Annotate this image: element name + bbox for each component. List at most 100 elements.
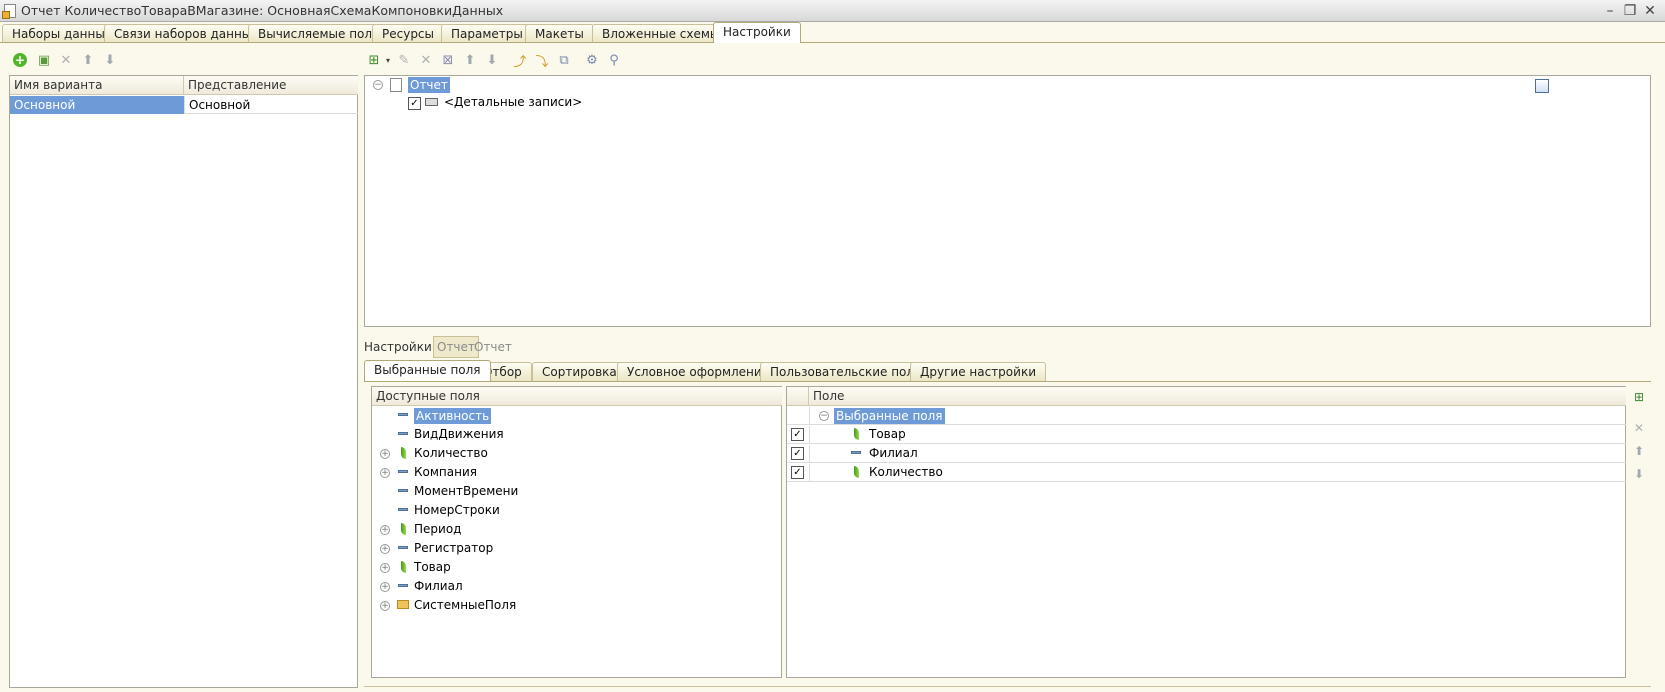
available-field-item[interactable]: НомерСтроки — [372, 502, 782, 520]
available-field-label[interactable]: Период — [414, 522, 461, 536]
dimension-icon — [398, 489, 408, 492]
field-column-header: Поле — [809, 387, 1626, 406]
available-field-item[interactable]: + Регистратор — [372, 540, 782, 558]
selected-field-row[interactable]: ✓ Товар — [787, 426, 1626, 444]
available-field-item[interactable]: МоментВремени — [372, 483, 782, 501]
available-field-label[interactable]: Активность — [414, 408, 492, 424]
detail-records-checkbox[interactable]: ✓ — [408, 97, 421, 110]
available-field-label[interactable]: Регистратор — [414, 541, 493, 555]
selected-field-label[interactable]: Филиал — [869, 446, 918, 460]
tab-dataset-links[interactable]: Связи наборов данных — [104, 24, 269, 43]
level-down-icon[interactable]: ⤵ — [534, 52, 550, 70]
field-checkbox[interactable]: ✓ — [791, 428, 804, 441]
group-icon[interactable]: ⧉ — [556, 52, 572, 68]
tab-parameters[interactable]: Параметры — [441, 24, 533, 43]
collapse-icon[interactable]: − — [373, 80, 383, 90]
available-field-item[interactable]: + Товар — [372, 559, 782, 577]
detail-records-label[interactable]: <Детальные записи> — [444, 95, 582, 109]
variants-table: Имя варианта Представление Основной Осно… — [9, 75, 358, 688]
move-up-icon[interactable]: ⬆ — [80, 52, 96, 68]
settings-report-link[interactable]: Отчет — [474, 340, 512, 354]
field-checkbox[interactable]: ✓ — [791, 466, 804, 479]
tab-resources[interactable]: Ресурсы — [372, 24, 445, 43]
dimension-icon — [398, 546, 408, 549]
edit-icon[interactable]: ✎ — [396, 52, 412, 68]
variant-name-cell[interactable]: Основной — [10, 96, 184, 114]
selected-field-row[interactable]: ✓ Филиал — [787, 445, 1626, 463]
tabs-divider — [0, 42, 1665, 43]
settings-icon[interactable]: ⚙ — [584, 52, 600, 68]
dimension-icon — [398, 508, 408, 511]
delete-icon[interactable]: ✕ — [1631, 420, 1647, 436]
folder-icon — [397, 600, 409, 609]
available-field-label[interactable]: Товар — [414, 560, 451, 574]
minimize-icon[interactable]: – — [1602, 3, 1618, 19]
column-header-presentation[interactable]: Представление — [184, 76, 358, 95]
selected-field-label[interactable]: Количество — [869, 465, 943, 479]
available-field-label[interactable]: МоментВремени — [414, 484, 518, 498]
available-field-item[interactable]: + Количество — [372, 445, 782, 463]
field-checkbox[interactable]: ✓ — [791, 447, 804, 460]
dimension-icon — [398, 584, 408, 587]
tab-settings[interactable]: Настройки — [713, 22, 801, 43]
subtab-sort[interactable]: Сортировка — [532, 362, 627, 381]
available-field-item[interactable]: ВидДвижения — [372, 426, 782, 444]
settings-report-button[interactable]: Отчет — [433, 336, 479, 358]
column-header-variant-name[interactable]: Имя варианта — [10, 76, 184, 95]
add-field-icon[interactable]: ⊞ — [1631, 389, 1647, 405]
copy-icon[interactable]: ▣ — [36, 52, 52, 68]
subtab-conditional-format[interactable]: Условное оформление — [617, 362, 780, 381]
structure-tree: − Отчет ✓ <Детальные записи> — [364, 75, 1651, 327]
expand-icon[interactable]: + — [380, 449, 390, 459]
variant-presentation-cell[interactable]: Основной — [184, 96, 358, 114]
move-down-icon[interactable]: ⬇ — [102, 52, 118, 68]
available-field-label[interactable]: Филиал — [414, 579, 463, 593]
close-icon[interactable]: ✕ — [1642, 3, 1658, 19]
expand-icon[interactable]: + — [380, 544, 390, 554]
expand-icon[interactable]: + — [380, 525, 390, 535]
level-up-icon[interactable]: ⤴ — [512, 52, 528, 70]
selected-group-row[interactable]: − Выбранные поля — [787, 407, 1626, 425]
subtab-other-settings[interactable]: Другие настройки — [910, 362, 1046, 381]
report-icon — [390, 78, 402, 92]
subtab-user-fields[interactable]: Пользовательские поля — [760, 362, 932, 381]
subtab-selected-fields[interactable]: Выбранные поля — [364, 360, 491, 381]
available-field-label[interactable]: НомерСтроки — [414, 503, 500, 517]
available-field-item[interactable]: + Филиал — [372, 578, 782, 596]
dropdown-arrow-icon[interactable]: ▾ — [380, 52, 396, 68]
structure-root-label[interactable]: Отчет — [408, 77, 450, 93]
table-row[interactable]: Основной Основной — [10, 96, 358, 114]
delete-icon[interactable]: ✕ — [58, 52, 74, 68]
available-field-label[interactable]: ВидДвижения — [414, 427, 504, 441]
selected-group-label[interactable]: Выбранные поля — [834, 408, 945, 424]
available-field-label[interactable]: Компания — [414, 465, 477, 479]
available-field-item[interactable]: + СистемныеПоля — [372, 597, 782, 615]
delete-icon[interactable]: ✕ — [418, 52, 434, 68]
move-up-icon[interactable]: ⬆ — [462, 52, 478, 68]
structure-view-icon[interactable] — [1535, 79, 1549, 93]
collapse-icon[interactable]: − — [819, 411, 829, 421]
available-field-item[interactable]: + Период — [372, 521, 782, 539]
expand-icon[interactable]: + — [380, 601, 390, 611]
move-down-icon[interactable]: ⬇ — [1631, 466, 1647, 482]
available-field-item[interactable]: + Компания — [372, 464, 782, 482]
properties-icon[interactable]: ⊠ — [440, 52, 456, 68]
selected-field-label[interactable]: Товар — [869, 427, 906, 441]
restore-icon[interactable]: ❐ — [1622, 3, 1638, 19]
preview-icon[interactable]: ⚲ — [606, 52, 622, 68]
resource-icon — [400, 523, 406, 535]
tab-templates[interactable]: Макеты — [525, 24, 594, 43]
move-down-icon[interactable]: ⬇ — [484, 52, 500, 68]
expand-icon[interactable]: + — [380, 468, 390, 478]
tab-nested-schemas[interactable]: Вложенные схемы — [592, 24, 730, 43]
available-field-item[interactable]: Активность — [372, 407, 782, 425]
tab-calculated-fields[interactable]: Вычисляемые поля — [248, 24, 390, 43]
move-up-icon[interactable]: ⬆ — [1631, 443, 1647, 459]
available-field-label[interactable]: Количество — [414, 446, 488, 460]
add-icon[interactable]: + — [12, 52, 28, 68]
selected-field-row[interactable]: ✓ Количество — [787, 464, 1626, 482]
settings-label: Настройки: — [364, 340, 436, 354]
expand-icon[interactable]: + — [380, 582, 390, 592]
available-field-label[interactable]: СистемныеПоля — [414, 598, 516, 612]
expand-icon[interactable]: + — [380, 563, 390, 573]
